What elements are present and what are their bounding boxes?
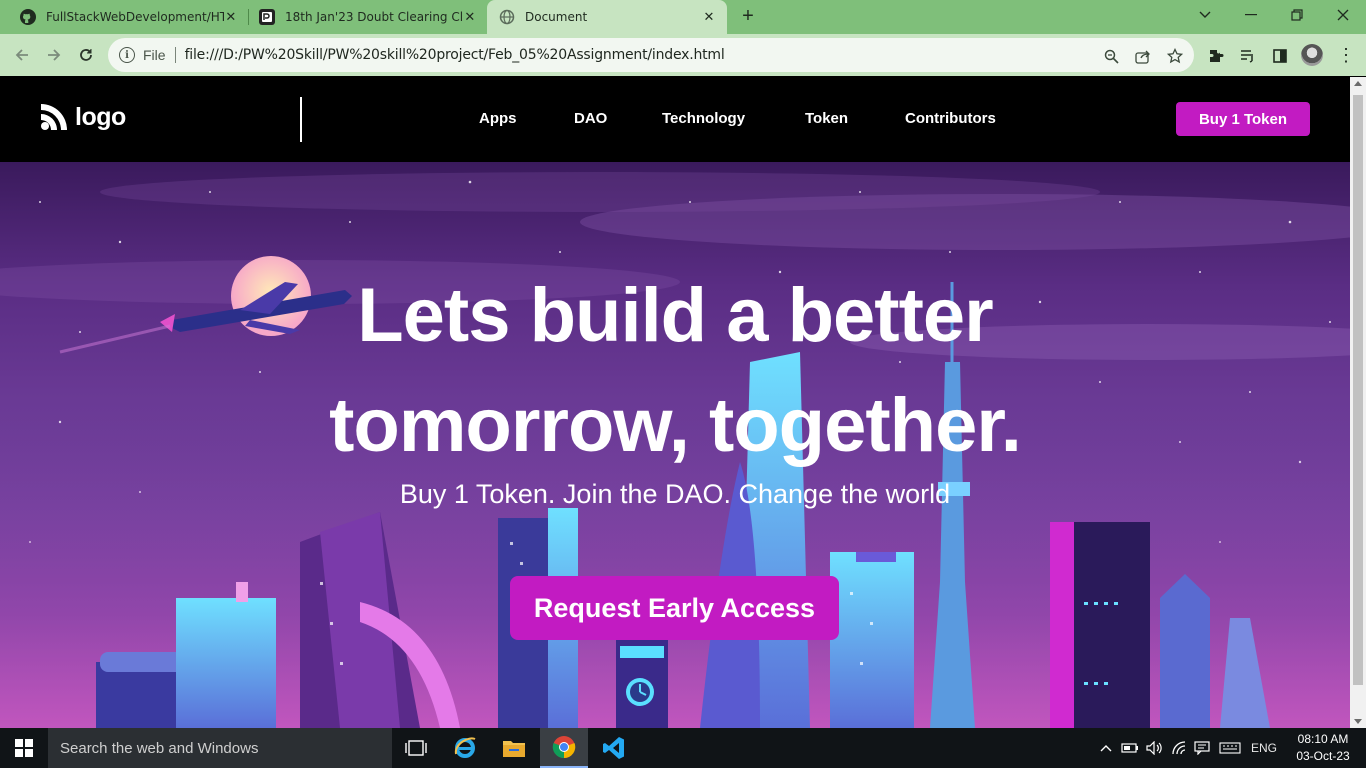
clock-time: 08:10 AM	[1297, 732, 1349, 746]
url-text[interactable]: file:///D:/PW%20Skill/PW%20skill%20proje…	[185, 47, 725, 63]
forward-icon[interactable]	[42, 43, 66, 67]
logo-text: logo	[75, 102, 126, 131]
volume-icon[interactable]	[1145, 728, 1165, 768]
extensions-icon[interactable]	[1206, 46, 1226, 66]
close-window-icon[interactable]	[1320, 0, 1366, 30]
globe-icon	[499, 9, 515, 25]
minimize-icon[interactable]	[1228, 0, 1274, 30]
start-button[interactable]	[0, 728, 48, 768]
hero-subheading: Buy 1 Token. Join the DAO. Change the wo…	[399, 479, 951, 509]
vscode-icon[interactable]	[590, 728, 638, 768]
close-tab-icon[interactable]: ✕	[701, 10, 717, 25]
tab-title: FullStackWebDevelopment/HTML	[46, 10, 224, 24]
keyboard-icon[interactable]	[1218, 728, 1242, 768]
windows-logo-icon	[15, 739, 33, 757]
scrollbar-thumb[interactable]	[1353, 95, 1363, 685]
clock-date: 03-Oct-23	[1296, 749, 1350, 763]
chrome-icon[interactable]	[540, 728, 588, 768]
restore-icon[interactable]	[1274, 0, 1320, 30]
profile-avatar[interactable]	[1301, 44, 1323, 66]
side-panel-icon[interactable]	[1270, 46, 1290, 66]
internet-explorer-icon[interactable]	[441, 728, 489, 768]
action-center-icon[interactable]	[1192, 728, 1212, 768]
hero-headline-line2: tomorrow, together.	[329, 383, 1022, 468]
taskbar-search-box[interactable]: Search the web and Windows	[48, 728, 392, 768]
page-viewport: logo Apps DAO Technology Token Contribut…	[0, 77, 1350, 728]
github-icon	[20, 9, 36, 25]
new-tab-button[interactable]: +	[736, 5, 760, 29]
scroll-up-icon[interactable]	[1354, 81, 1362, 86]
hero-section: Lets build a better tomorrow, together. …	[0, 162, 1350, 728]
tab-title: 18th Jan'23 Doubt Clearing Class	[285, 10, 463, 24]
buy-token-button[interactable]: Buy 1 Token	[1176, 102, 1310, 136]
battery-icon[interactable]	[1120, 728, 1140, 768]
input-language[interactable]: ENG	[1248, 728, 1280, 768]
site-logo[interactable]: logo	[38, 101, 126, 133]
header-divider	[300, 97, 302, 142]
address-bar[interactable]: i File file:///D:/PW%20Skill/PW%20skill%…	[108, 38, 1194, 72]
tab-strip: FullStackWebDevelopment/HTML ✕ 18th Jan'…	[0, 0, 1366, 34]
nav-link-dao[interactable]: DAO	[574, 110, 607, 127]
tab-pw[interactable]: 18th Jan'23 Doubt Clearing Class ✕	[249, 0, 487, 34]
bookmark-star-icon[interactable]	[1166, 47, 1184, 65]
divider	[174, 47, 176, 63]
hero-headline-line1: Lets build a better	[357, 273, 994, 358]
back-icon[interactable]	[10, 43, 34, 67]
tab-title: Document	[525, 10, 588, 24]
nav-link-contributors[interactable]: Contributors	[905, 110, 996, 127]
page-scrollbar[interactable]	[1350, 77, 1366, 728]
nav-link-apps[interactable]: Apps	[479, 110, 517, 127]
more-menu-icon[interactable]: ⋮	[1336, 44, 1356, 66]
site-header: logo Apps DAO Technology Token Contribut…	[0, 77, 1350, 162]
pw-icon	[259, 9, 275, 25]
share-icon[interactable]	[1134, 47, 1152, 65]
zoom-icon[interactable]	[1102, 47, 1120, 65]
rss-logo-icon	[41, 104, 67, 130]
windows-taskbar: Search the web and Windows ENG 08:10 AM …	[0, 728, 1366, 768]
file-explorer-icon[interactable]	[490, 728, 538, 768]
wifi-icon[interactable]	[1170, 728, 1190, 768]
scheme-label: File	[143, 47, 166, 63]
browser-toolbar: i File file:///D:/PW%20Skill/PW%20skill%…	[0, 34, 1366, 76]
task-view-icon[interactable]	[392, 728, 440, 768]
request-early-access-button[interactable]: Request Early Access	[510, 576, 839, 640]
nav-link-technology[interactable]: Technology	[662, 110, 745, 127]
tab-github[interactable]: FullStackWebDevelopment/HTML ✕	[0, 0, 248, 34]
reading-list-icon[interactable]	[1238, 46, 1258, 66]
close-tab-icon[interactable]: ✕	[224, 10, 238, 25]
nav-link-token[interactable]: Token	[805, 110, 848, 127]
show-hidden-icons-icon[interactable]	[1098, 728, 1114, 768]
tab-document[interactable]: Document ✕	[487, 0, 727, 34]
system-clock[interactable]: 08:10 AM 03-Oct-23	[1288, 731, 1358, 765]
site-info-icon[interactable]: i	[119, 47, 135, 63]
reload-icon[interactable]	[74, 43, 98, 67]
close-tab-icon[interactable]: ✕	[463, 10, 477, 25]
tab-search-icon[interactable]	[1182, 0, 1228, 30]
scroll-down-icon[interactable]	[1354, 719, 1362, 724]
